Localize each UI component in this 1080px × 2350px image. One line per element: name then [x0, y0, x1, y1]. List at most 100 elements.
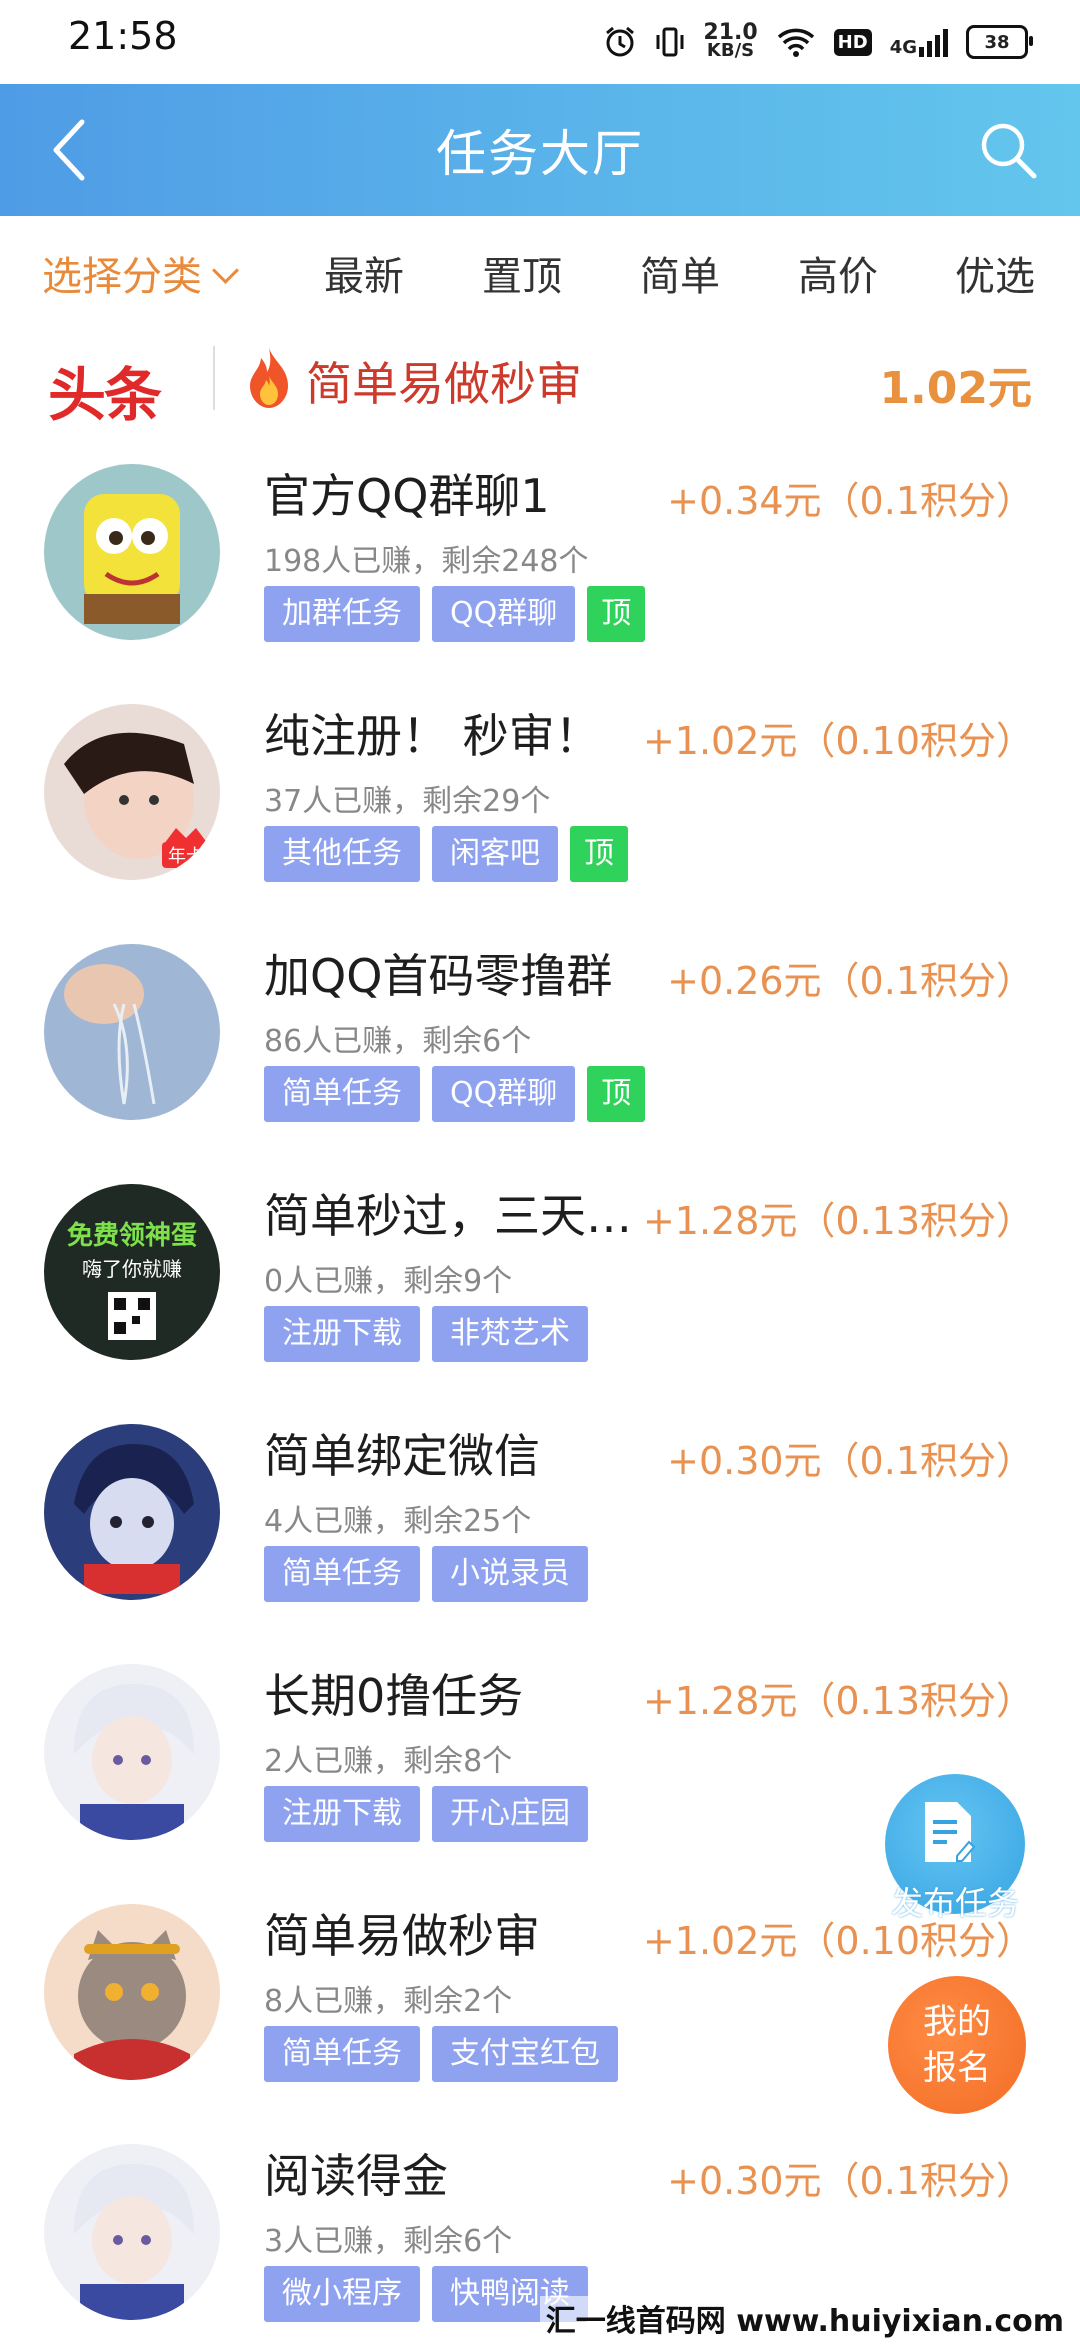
task-stats: 2人已赚，剩余8个 — [264, 1744, 513, 1779]
search-icon — [981, 123, 1037, 179]
tab-featured[interactable]: 优选 — [955, 244, 1035, 302]
tab-latest[interactable]: 最新 — [324, 244, 404, 302]
status-bar: 21:58 21.0 KB/S HD 4G 38 — [0, 0, 1080, 84]
task-title: 加QQ首码零撸群 — [264, 949, 613, 1003]
fire-icon — [250, 348, 288, 408]
task-avatar — [44, 1904, 220, 2080]
task-avatar: 免费领神蛋嗨了你就赚 — [44, 1184, 220, 1360]
task-avatar — [44, 2144, 220, 2320]
task-avatar — [44, 1424, 220, 1600]
task-reward: +1.28元（0.13积分） — [642, 1679, 1034, 1723]
watermark: 汇一线首码网 www.huiyixian.com — [539, 2296, 1070, 2340]
task-stats: 37人已赚，剩余29个 — [264, 784, 551, 819]
task-tags: 注册下载 非梵艺术 — [264, 1306, 588, 1362]
search-button[interactable] — [976, 118, 1040, 182]
task-tag: 简单任务 — [264, 1066, 420, 1122]
task-stats: 0人已赚，剩余9个 — [264, 1264, 513, 1299]
task-item[interactable]: 免费领神蛋嗨了你就赚 简单秒过，三天… +1.28元（0.13积分） 0人已赚，… — [0, 1150, 1080, 1390]
task-reward: +0.26元（0.1积分） — [667, 959, 1034, 1003]
task-tags: 简单任务 支付宝红包 — [264, 2026, 618, 2082]
task-stats: 4人已赚，剩余25个 — [264, 1504, 532, 1539]
task-item[interactable]: 简单绑定微信 +0.30元（0.1积分） 4人已赚，剩余25个 简单任务 小说录… — [0, 1390, 1080, 1630]
pinned-badge: 顶 — [587, 1066, 646, 1122]
category-label: 选择分类 — [42, 254, 202, 300]
task-title: 简单秒过，三天… — [264, 1189, 632, 1243]
task-stats: 3人已赚，剩余6个 — [264, 2224, 513, 2259]
task-tags: 加群任务 QQ群聊 顶 — [264, 586, 646, 642]
task-item[interactable]: 年卡 纯注册！ 秒审！ +1.02元（0.10积分） 37人已赚，剩余29个 其… — [0, 670, 1080, 910]
task-title: 简单绑定微信 — [264, 1429, 540, 1483]
task-reward: +1.28元（0.13积分） — [642, 1199, 1034, 1243]
vibrate-icon — [655, 25, 685, 59]
status-time: 21:58 — [68, 14, 178, 58]
avatar-headline: 免费领神蛋 — [67, 1220, 197, 1251]
task-stats: 8人已赚，剩余2个 — [264, 1984, 513, 2019]
publish-task-label: 发布任务 — [890, 1884, 1019, 1922]
pinned-badge: 顶 — [587, 586, 646, 642]
net-speed-unit: KB/S — [706, 40, 755, 61]
task-reward: +0.34元（0.1积分） — [667, 479, 1034, 523]
task-tag: 简单任务 — [264, 1546, 420, 1602]
task-avatar — [44, 944, 220, 1120]
task-tag: 支付宝红包 — [432, 2026, 618, 2082]
filter-tabs: 选择分类 最新 置顶 简单 高价 优选 — [0, 216, 1080, 326]
task-tag: 其他任务 — [264, 826, 420, 882]
task-reward: +0.30元（0.1积分） — [667, 2159, 1034, 2203]
alarm-icon — [603, 25, 637, 59]
task-avatar — [44, 1664, 220, 1840]
battery-icon: 38 — [966, 25, 1033, 59]
task-title: 阅读得金 — [264, 2149, 448, 2203]
task-tag: 注册下载 — [264, 1786, 420, 1842]
my-signups-button[interactable]: 我的报名 — [888, 1976, 1026, 2114]
signal-bars — [919, 27, 948, 57]
task-tag: 开心庄园 — [432, 1786, 588, 1842]
headline-logo: 头条 — [48, 361, 162, 429]
task-tag: 小说录员 — [432, 1546, 588, 1602]
network-type: 4G — [889, 37, 917, 58]
headline-banner[interactable]: 头条 简单易做秒审 1.02元 — [0, 326, 1080, 430]
tab-pinned[interactable]: 置顶 — [482, 244, 562, 302]
task-tag: 微小程序 — [264, 2266, 420, 2322]
task-title: 官方QQ群聊1 — [264, 469, 550, 523]
tab-high-price[interactable]: 高价 — [798, 244, 878, 302]
annual-card-badge: 年卡 — [168, 846, 204, 867]
tab-simple[interactable]: 简单 — [640, 244, 720, 302]
task-tags: 其他任务 闲客吧 顶 — [264, 826, 628, 882]
my-signups-label: 我的报名 — [923, 2002, 991, 2088]
page-title: 任务大厅 — [436, 125, 644, 183]
banner-divider — [213, 346, 215, 410]
category-dropdown[interactable]: 选择分类 — [42, 244, 239, 302]
task-stats: 198人已赚，剩余248个 — [264, 544, 589, 579]
pinned-badge: 顶 — [570, 826, 628, 882]
status-icons: 21.0 KB/S HD 4G 38 — [603, 16, 1033, 68]
app-header: 任务大厅 — [0, 84, 1080, 216]
task-tag: QQ群聊 — [432, 1066, 576, 1122]
banner-price: 1.02元 — [879, 363, 1032, 414]
task-tags: 简单任务 小说录员 — [264, 1546, 588, 1602]
task-tag: 闲客吧 — [432, 826, 558, 882]
task-tag: 非梵艺术 — [432, 1306, 588, 1362]
hd-icon: HD — [833, 28, 872, 56]
signal-icon: 4G — [890, 27, 948, 57]
task-item[interactable]: 官方QQ群聊1 +0.34元（0.1积分） 198人已赚，剩余248个 加群任务… — [0, 430, 1080, 670]
net-speed: 21.0 KB/S — [703, 22, 757, 61]
document-edit-icon — [925, 1802, 975, 1862]
avatar-subline: 嗨了你就赚 — [82, 1257, 182, 1281]
task-avatar — [44, 464, 220, 640]
publish-task-button[interactable]: 发布任务 — [885, 1774, 1025, 1922]
task-tags: 简单任务 QQ群聊 顶 — [264, 1066, 646, 1122]
task-reward: +0.30元（0.1积分） — [667, 1439, 1034, 1483]
task-tag: 注册下载 — [264, 1306, 420, 1362]
task-title: 长期0撸任务 — [264, 1669, 524, 1723]
task-avatar: 年卡 — [44, 704, 220, 880]
task-tag: QQ群聊 — [432, 586, 576, 642]
task-item[interactable]: 加QQ首码零撸群 +0.26元（0.1积分） 86人已赚，剩余6个 简单任务 Q… — [0, 910, 1080, 1150]
chevron-down-icon — [212, 257, 239, 284]
task-tags: 注册下载 开心庄园 — [264, 1786, 588, 1842]
banner-title: 简单易做秒审 — [306, 357, 582, 411]
task-title: 简单易做秒审 — [264, 1909, 540, 1963]
wifi-icon — [776, 26, 816, 58]
task-title: 纯注册！ 秒审！ — [264, 709, 601, 763]
task-tag: 加群任务 — [264, 586, 420, 642]
task-tag: 简单任务 — [264, 2026, 420, 2082]
